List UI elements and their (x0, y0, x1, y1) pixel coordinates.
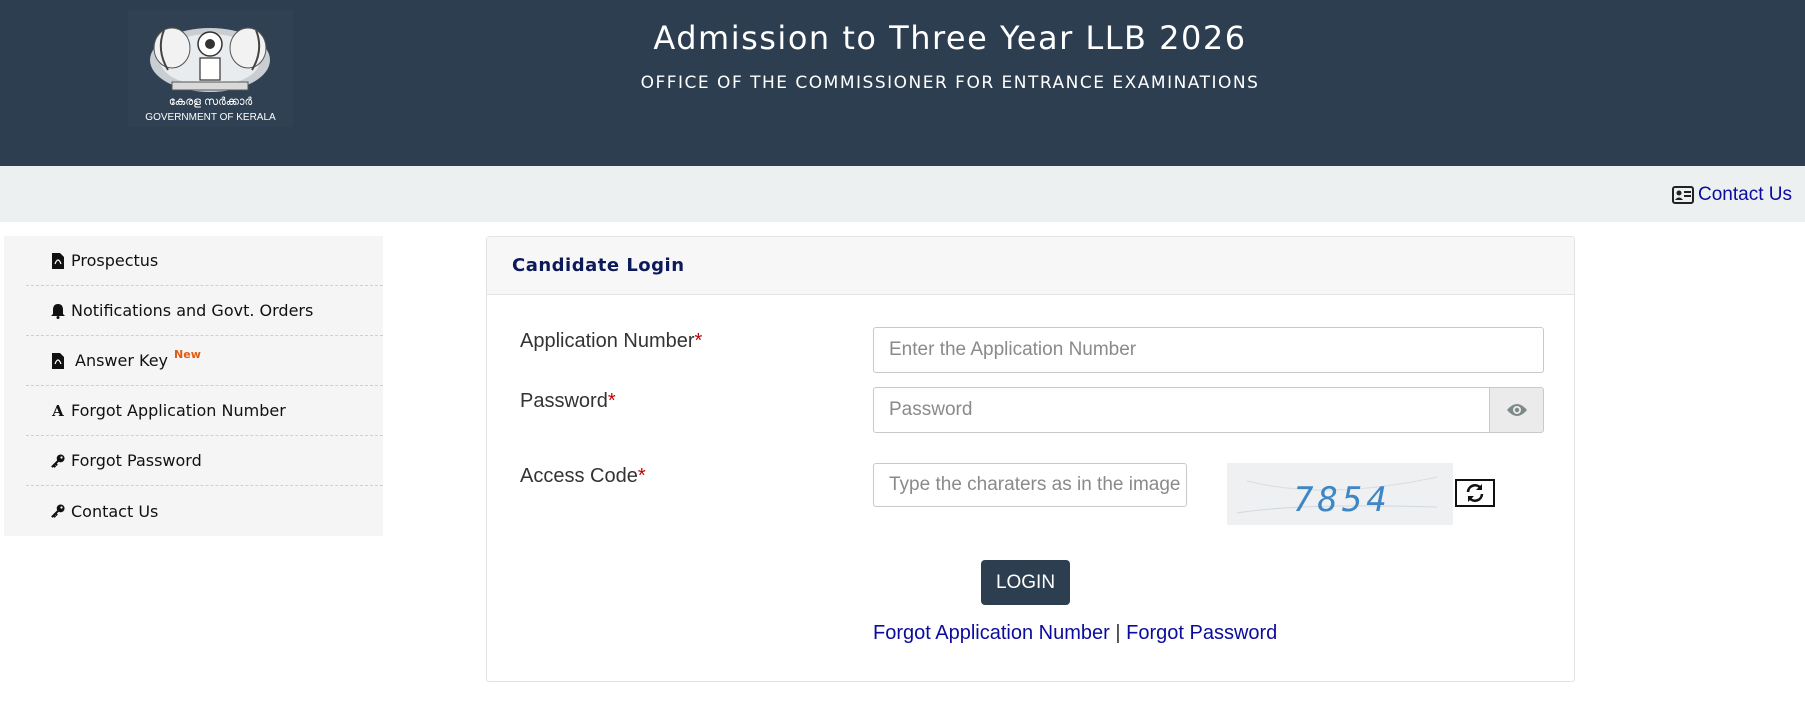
sidebar-item-forgot-password[interactable]: Forgot Password (26, 436, 383, 486)
card-title: Candidate Login (512, 255, 685, 276)
contact-card-icon (1672, 186, 1695, 204)
sidebar-item-forgot-application-number[interactable]: A Forgot Application Number (26, 386, 383, 436)
forgot-password-link[interactable]: Forgot Password (1126, 622, 1277, 644)
sidebar-item-label: Forgot Password (71, 451, 202, 470)
refresh-icon (1466, 484, 1484, 502)
sidebar-item-label: Contact Us (71, 501, 159, 521)
kerala-emblem-logo: കേരള സർക്കാർ GOVERNMENT OF KERALA (128, 10, 293, 127)
sidebar-item-label: Prospectus (71, 251, 159, 270)
sidebar-menu: Prospectus Notifications and Govt. Order… (4, 236, 383, 536)
bell-icon (51, 303, 65, 319)
top-bar: Contact Us (0, 166, 1805, 222)
sidebar-item-prospectus[interactable]: Prospectus (26, 236, 383, 286)
pdf-file-icon (51, 352, 65, 369)
sidebar-item-contact-us[interactable]: Contact Us (26, 486, 383, 536)
forgot-application-number-link[interactable]: Forgot Application Number (873, 622, 1110, 644)
required-mark: * (607, 390, 616, 412)
emblem-malayalam-text: കേരള സർക്കാർ (168, 96, 253, 108)
sidebar-item-label: Forgot Application Number (71, 401, 286, 420)
required-mark: * (694, 330, 703, 352)
access-code-label: Access Code* (520, 465, 646, 487)
required-mark: * (637, 465, 646, 487)
new-badge: New (174, 348, 201, 361)
toggle-password-visibility-button[interactable] (1489, 387, 1544, 433)
forgot-links: Forgot Application Number | Forgot Passw… (873, 622, 1277, 645)
application-number-input[interactable] (873, 327, 1544, 373)
password-input[interactable] (873, 387, 1490, 433)
emblem-icon (150, 27, 270, 92)
sidebar-item-label: Notifications and Govt. Orders (71, 301, 314, 320)
candidate-login-card: Candidate Login Application Number* Pass… (486, 236, 1575, 682)
sidebar-item-notifications[interactable]: Notifications and Govt. Orders (26, 286, 383, 336)
contact-us-link[interactable]: Contact Us (1672, 184, 1792, 206)
site-header: കേരള സർക്കാർ GOVERNMENT OF KERALA Admiss… (0, 0, 1805, 166)
captcha-image: 7854 (1227, 463, 1453, 525)
link-separator: | (1115, 622, 1121, 644)
sidebar-item-answer-key[interactable]: Answer Key New (26, 336, 383, 386)
key-icon (51, 503, 65, 519)
font-a-icon: A (52, 401, 64, 420)
password-label: Password* (520, 390, 616, 412)
page-subtitle: OFFICE OF THE COMMISSIONER FOR ENTRANCE … (640, 73, 1260, 93)
sidebar-item-label: Answer Key (75, 351, 169, 370)
application-number-label: Application Number* (520, 330, 703, 352)
card-header: Candidate Login (487, 237, 1574, 295)
key-icon (51, 453, 65, 469)
login-button[interactable]: LOGIN (981, 560, 1070, 605)
pdf-file-icon (51, 252, 65, 269)
captcha-text: 7854 (1293, 480, 1391, 520)
page-title: Admission to Three Year LLB 2026 (653, 19, 1247, 57)
access-code-input[interactable] (873, 463, 1187, 507)
contact-us-label: Contact Us (1698, 184, 1792, 205)
eye-icon (1506, 404, 1527, 416)
refresh-captcha-button[interactable] (1455, 479, 1495, 507)
emblem-english-text: GOVERNMENT OF KERALA (145, 112, 276, 123)
